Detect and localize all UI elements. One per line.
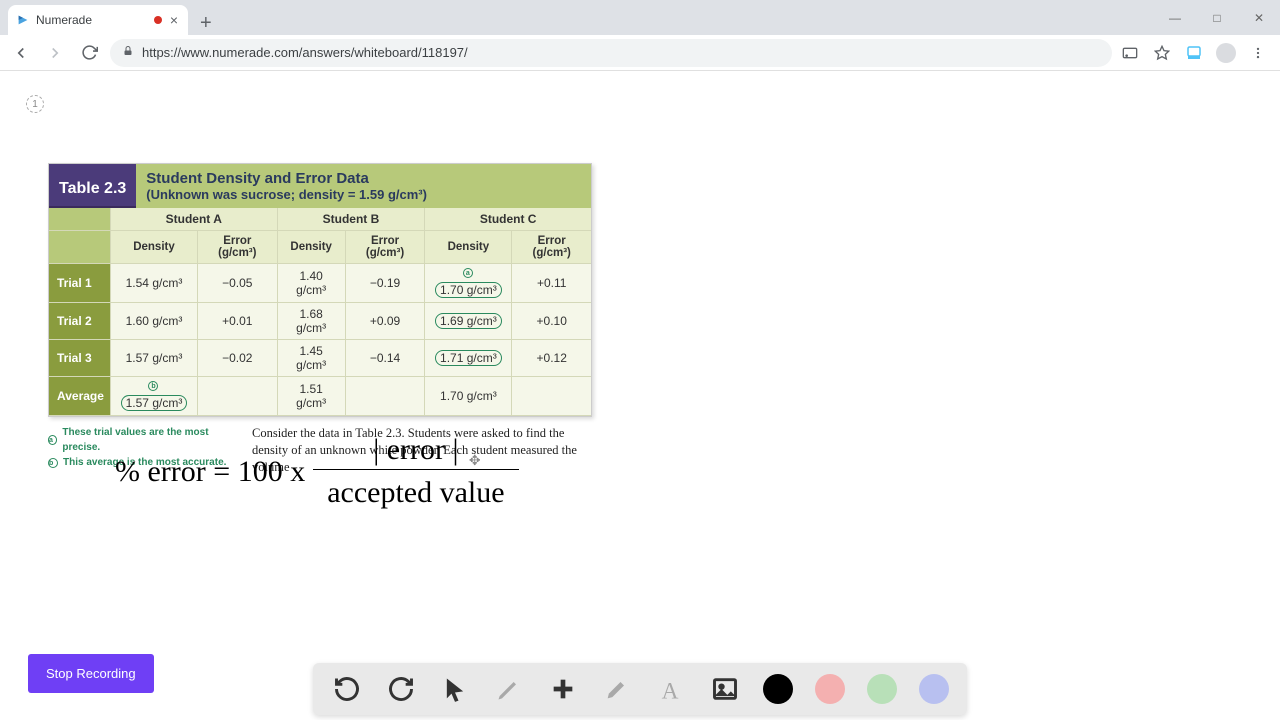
add-tool-button[interactable] [547, 673, 579, 705]
redo-button[interactable] [385, 673, 417, 705]
recording-indicator-icon [154, 16, 162, 24]
table-row: Trial 3 1.57 g/cm³−0.02 1.45 g/cm³−0.14 … [49, 340, 591, 377]
table-row: Trial 1 1.54 g/cm³−0.05 1.40 g/cm³−0.19 … [49, 264, 591, 303]
stop-recording-button[interactable]: Stop Recording [28, 654, 154, 693]
whiteboard-toolbar: A [313, 663, 967, 715]
formula-denominator: accepted value [313, 470, 518, 510]
lock-icon [122, 45, 134, 60]
highlighter-tool-button[interactable] [601, 673, 633, 705]
percent-error-formula[interactable]: % error = 100 x | error | accepted value… [115, 433, 519, 510]
browser-toolbar: https://www.numerade.com/answers/whitebo… [0, 35, 1280, 71]
image-tool-button[interactable] [709, 673, 741, 705]
browser-tab[interactable]: Numerade × [8, 5, 188, 35]
undo-button[interactable] [331, 673, 363, 705]
formula-lhs: % error = 100 x [115, 455, 305, 489]
pen-tool-button[interactable] [493, 673, 525, 705]
profile-avatar-icon[interactable] [1216, 43, 1236, 63]
svg-text:A: A [662, 678, 679, 703]
browser-tab-strip: Numerade × + — □ ✕ [0, 0, 1280, 35]
reload-button[interactable] [76, 40, 102, 66]
url-text: https://www.numerade.com/answers/whitebo… [142, 45, 468, 60]
window-controls: — □ ✕ [1154, 0, 1280, 35]
extension-icon[interactable] [1184, 43, 1204, 63]
color-red-button[interactable] [815, 674, 845, 704]
table-row: Average b1.57 g/cm³ 1.51 g/cm³ 1.70 g/cm… [49, 377, 591, 416]
page-number-badge: 1 [26, 95, 44, 113]
window-close-icon[interactable]: ✕ [1238, 4, 1280, 32]
new-tab-button[interactable]: + [188, 12, 224, 35]
table-row: Trial 2 1.60 g/cm³+0.01 1.68 g/cm³+0.09 … [49, 303, 591, 340]
column-student-b: Student B [277, 208, 425, 231]
bookmark-star-icon[interactable] [1152, 43, 1172, 63]
textbook-table-figure[interactable]: Table 2.3 Student Density and Error Data… [48, 163, 592, 476]
tab-favicon [16, 13, 30, 27]
color-green-button[interactable] [867, 674, 897, 704]
column-student-c: Student C [425, 208, 591, 231]
density-data-table: Student A Student B Student C Density Er… [49, 208, 591, 416]
color-black-button[interactable] [763, 674, 793, 704]
pointer-tool-button[interactable] [439, 673, 471, 705]
address-bar[interactable]: https://www.numerade.com/answers/whitebo… [110, 39, 1112, 67]
table-subtitle: (Unknown was sucrose; density = 1.59 g/c… [146, 187, 581, 202]
column-student-a: Student A [110, 208, 277, 231]
forward-button[interactable] [42, 40, 68, 66]
tab-close-icon[interactable]: × [168, 12, 180, 28]
chrome-menu-icon[interactable] [1248, 43, 1268, 63]
back-button[interactable] [8, 40, 34, 66]
color-blue-button[interactable] [919, 674, 949, 704]
formula-numerator: | error | [333, 433, 498, 469]
table-title: Student Density and Error Data [146, 170, 581, 187]
whiteboard-page[interactable]: 1 Table 2.3 Student Density and Error Da… [0, 71, 1280, 720]
window-minimize-icon[interactable]: — [1154, 4, 1196, 32]
window-maximize-icon[interactable]: □ [1196, 4, 1238, 32]
tab-title: Numerade [36, 13, 148, 27]
cast-icon[interactable] [1120, 43, 1140, 63]
text-tool-button[interactable]: A [655, 673, 687, 705]
table-number: Table 2.3 [49, 164, 136, 208]
